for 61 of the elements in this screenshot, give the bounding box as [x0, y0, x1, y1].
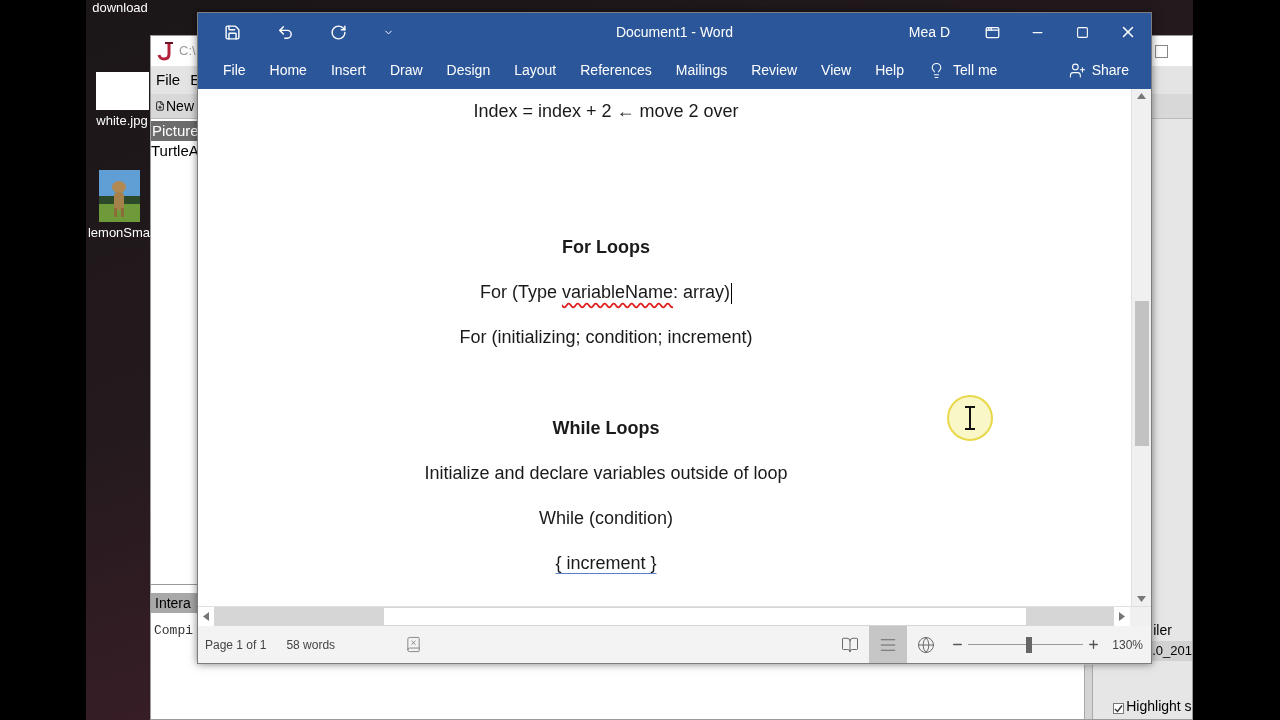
compiler-label: iler	[1152, 621, 1173, 639]
save-icon[interactable]	[224, 23, 241, 41]
zoom-level[interactable]: 130%	[1112, 635, 1143, 654]
paragraph: For (Type variableName: array)	[479, 281, 733, 306]
mouse-cursor-icon	[946, 394, 994, 442]
compiler-field[interactable]: .0_201	[1152, 641, 1192, 661]
desktop-icon-label[interactable]: white.jpg	[96, 113, 148, 129]
ribbon-tab[interactable]: Mailings	[675, 56, 728, 84]
paragraph: { increment }	[555, 552, 657, 575]
ribbon-tab[interactable]: Help	[875, 56, 904, 84]
ribbon-tab[interactable]: Draw	[389, 56, 423, 84]
checkbox[interactable]	[1113, 703, 1125, 714]
paragraph: Initialize and declare variables outside of loop	[424, 462, 788, 485]
tell-me-button[interactable]: Tell me	[928, 59, 998, 81]
horizontal-scroll-thumb[interactable]	[384, 607, 1026, 626]
ribbon-tab[interactable]: References	[580, 56, 652, 84]
window-title: Document1 - Word	[615, 22, 734, 42]
new-button[interactable]: New	[155, 95, 194, 117]
view-button[interactable]	[869, 626, 908, 663]
maximize-icon[interactable]	[1155, 44, 1168, 58]
slider-thumb[interactable]	[1026, 636, 1033, 653]
scrollbar[interactable]	[1084, 665, 1094, 719]
page-count[interactable]: Page 1 of 1	[205, 635, 267, 654]
ribbon-display-icon[interactable]	[985, 24, 1000, 40]
panel-header: Picture	[151, 121, 198, 141]
app-icon	[157, 41, 175, 61]
ribbon-tab[interactable]: Review	[751, 56, 798, 84]
heading: While Loops	[552, 417, 660, 440]
ribbon-tab[interactable]: Design	[446, 56, 491, 84]
window-title: C:\	[179, 42, 196, 61]
proofing-icon[interactable]	[405, 636, 423, 653]
paragraph: Index = index + 2 ← move 2 over	[473, 100, 739, 123]
ribbon-tab[interactable]: View	[821, 56, 852, 84]
scroll-down-icon[interactable]	[1137, 596, 1146, 602]
scroll-right-icon[interactable]	[1119, 612, 1125, 621]
scroll-thumb[interactable]	[1134, 301, 1149, 446]
zoom-in-icon[interactable]	[1087, 638, 1101, 651]
interactions-tab[interactable]: Intera	[151, 593, 197, 613]
desktop-icon-label[interactable]: download	[92, 0, 148, 16]
ribbon-tab[interactable]: Layout	[514, 56, 557, 84]
globe-icon	[917, 635, 936, 654]
share-button[interactable]: Share	[1068, 59, 1129, 81]
heading: For Loops	[562, 236, 650, 259]
user-name[interactable]: Mea D	[908, 21, 950, 43]
desktop-icon-label[interactable]: lemonSma	[87, 225, 151, 241]
add-person-icon	[1068, 61, 1086, 79]
paragraph: While (condition)	[538, 507, 674, 530]
scroll-left-icon[interactable]	[203, 612, 209, 621]
new-file-icon	[155, 101, 165, 111]
console-text: Compi	[153, 622, 193, 640]
menu-item[interactable]: File	[156, 68, 181, 92]
paragraph: For (initializing; condition; increment)	[459, 326, 753, 349]
file-list-item[interactable]: TurtleA	[151, 141, 199, 161]
open-book-icon	[841, 635, 860, 654]
redo-icon[interactable]	[330, 23, 347, 41]
undo-icon[interactable]	[277, 23, 294, 41]
option-label: Highlight s	[1126, 697, 1192, 716]
word-count[interactable]: 58 words	[286, 635, 336, 654]
ribbon-tab[interactable]: File	[223, 56, 246, 84]
ribbon-tab[interactable]: Home	[269, 56, 307, 84]
ribbon-tab[interactable]: Insert	[330, 56, 366, 84]
